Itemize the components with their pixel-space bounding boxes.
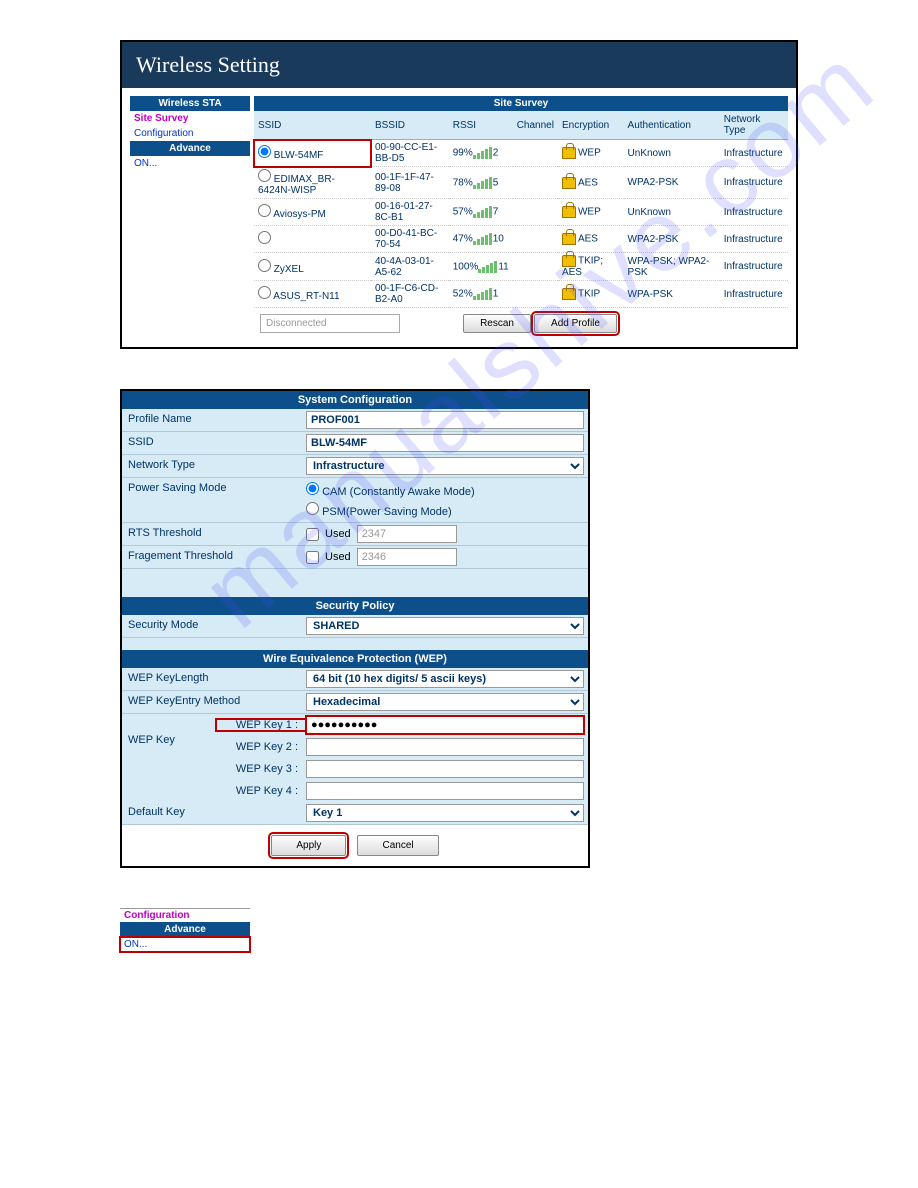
system-config-panel: System Configuration Profile Name SSID N…	[120, 389, 590, 868]
wep-keylength-select[interactable]: 64 bit (10 hex digits/ 5 ascii keys)	[306, 670, 584, 688]
add-profile-button[interactable]: Add Profile	[534, 314, 617, 333]
psm-radio[interactable]	[306, 502, 319, 515]
network-row[interactable]: 00-D0-41-BC-70-5447%10AESWPA2-PSKInfrast…	[254, 226, 788, 253]
cam-label: CAM (Constantly Awake Mode)	[322, 486, 475, 498]
rts-used-checkbox[interactable]	[306, 528, 319, 541]
network-row[interactable]: ZyXEL40-4A-03-01-A5-62100%11TKIP; AESWPA…	[254, 253, 788, 281]
power-saving-label: Power Saving Mode	[122, 478, 302, 522]
security-mode-select[interactable]: SHARED	[306, 617, 584, 635]
network-radio[interactable]	[258, 259, 271, 272]
wep-keylength-label: WEP KeyLength	[122, 668, 302, 690]
wep-key-4-input[interactable]	[306, 782, 584, 800]
network-radio[interactable]	[258, 231, 271, 244]
wep-entry-label: WEP KeyEntry Method	[122, 691, 302, 713]
snippet-advance-header: Advance	[120, 922, 250, 937]
col-header: RSSI	[449, 111, 513, 140]
network-row[interactable]: Aviosys-PM00-16-01-27-8C-B157%7WEPUnKnow…	[254, 199, 788, 226]
status-box	[260, 314, 400, 333]
site-survey-header: Site Survey	[254, 96, 788, 111]
network-radio[interactable]	[258, 169, 271, 182]
security-policy-header: Security Policy	[122, 597, 588, 615]
survey-button-row: Rescan Add Profile	[254, 308, 788, 339]
wep-entry-select[interactable]: Hexadecimal	[306, 693, 584, 711]
sidebar-header-advance: Advance	[130, 141, 250, 156]
frag-used-label: Used	[325, 551, 351, 563]
network-radio[interactable]	[258, 145, 271, 158]
frag-label: Fragement Threshold	[122, 546, 302, 568]
lock-icon	[562, 255, 576, 267]
network-radio[interactable]	[258, 204, 271, 217]
lock-icon	[562, 147, 576, 159]
sidebar-header-wireless-sta: Wireless STA	[130, 96, 250, 111]
wep-key-label: WEP Key	[122, 714, 212, 802]
default-key-label: Default Key	[122, 802, 302, 824]
snippet-on-link[interactable]: ON...	[120, 937, 250, 952]
cam-radio[interactable]	[306, 482, 319, 495]
snippet-configuration[interactable]: Configuration	[120, 908, 250, 922]
col-header: Authentication	[624, 111, 720, 140]
wep-key-2-label: WEP Key 2 :	[216, 741, 306, 753]
profile-name-label: Profile Name	[122, 409, 302, 431]
advance-snippet: Configuration Advance ON...	[120, 908, 250, 952]
apply-button[interactable]: Apply	[271, 835, 346, 856]
sidebar: Wireless STA Site Survey Configuration A…	[130, 96, 250, 339]
network-type-select[interactable]: Infrastructure	[306, 457, 584, 475]
rts-label: RTS Threshold	[122, 523, 302, 545]
lock-icon	[562, 177, 576, 189]
wep-key-1-input[interactable]	[306, 716, 584, 734]
wep-key-3-label: WEP Key 3 :	[216, 763, 306, 775]
system-config-header: System Configuration	[122, 391, 588, 409]
frag-value-input[interactable]	[357, 548, 457, 566]
wireless-setting-panel: Wireless Setting Wireless STA Site Surve…	[120, 40, 798, 349]
lock-icon	[562, 233, 576, 245]
security-mode-label: Security Mode	[122, 615, 302, 637]
network-row[interactable]: BLW-54MF00-90-CC-E1-BB-D599%2WEPUnKnownI…	[254, 140, 788, 167]
ssid-label: SSID	[122, 432, 302, 454]
wep-key-4-label: WEP Key 4 :	[216, 785, 306, 797]
lock-icon	[562, 288, 576, 300]
rts-used-label: Used	[325, 528, 351, 540]
col-header: Channel	[513, 111, 558, 140]
site-survey-table: SSIDBSSIDRSSIChannelEncryptionAuthentica…	[254, 111, 788, 308]
col-header: Encryption	[558, 111, 624, 140]
cancel-button[interactable]: Cancel	[357, 835, 438, 856]
wep-key-2-input[interactable]	[306, 738, 584, 756]
default-key-select[interactable]: Key 1	[306, 804, 584, 822]
col-header: BSSID	[371, 111, 449, 140]
rescan-button[interactable]: Rescan	[463, 314, 531, 333]
wep-key-3-input[interactable]	[306, 760, 584, 778]
network-radio[interactable]	[258, 286, 271, 299]
lock-icon	[562, 206, 576, 218]
wep-key-1-label: WEP Key 1 :	[216, 719, 306, 731]
network-row[interactable]: EDIMAX_BR-6424N-WISP00-1F-1F-47-89-0878%…	[254, 167, 788, 199]
network-row[interactable]: ASUS_RT-N1100-1F-C6-CD-B2-A052%1TKIPWPA-…	[254, 281, 788, 308]
site-survey-main: Site Survey SSIDBSSIDRSSIChannelEncrypti…	[254, 96, 788, 339]
col-header: SSID	[254, 111, 371, 140]
frag-used-checkbox[interactable]	[306, 551, 319, 564]
col-header: Network Type	[720, 111, 788, 140]
profile-name-input[interactable]	[306, 411, 584, 429]
page-title: Wireless Setting	[122, 42, 796, 88]
rts-value-input[interactable]	[357, 525, 457, 543]
ssid-input[interactable]	[306, 434, 584, 452]
sidebar-item-on[interactable]: ON...	[130, 156, 250, 171]
psm-label: PSM(Power Saving Mode)	[322, 506, 452, 518]
wep-header: Wire Equivalence Protection (WEP)	[122, 650, 588, 668]
sidebar-item-configuration[interactable]: Configuration	[130, 126, 250, 141]
network-type-label: Network Type	[122, 455, 302, 477]
sidebar-item-site-survey[interactable]: Site Survey	[130, 111, 250, 126]
